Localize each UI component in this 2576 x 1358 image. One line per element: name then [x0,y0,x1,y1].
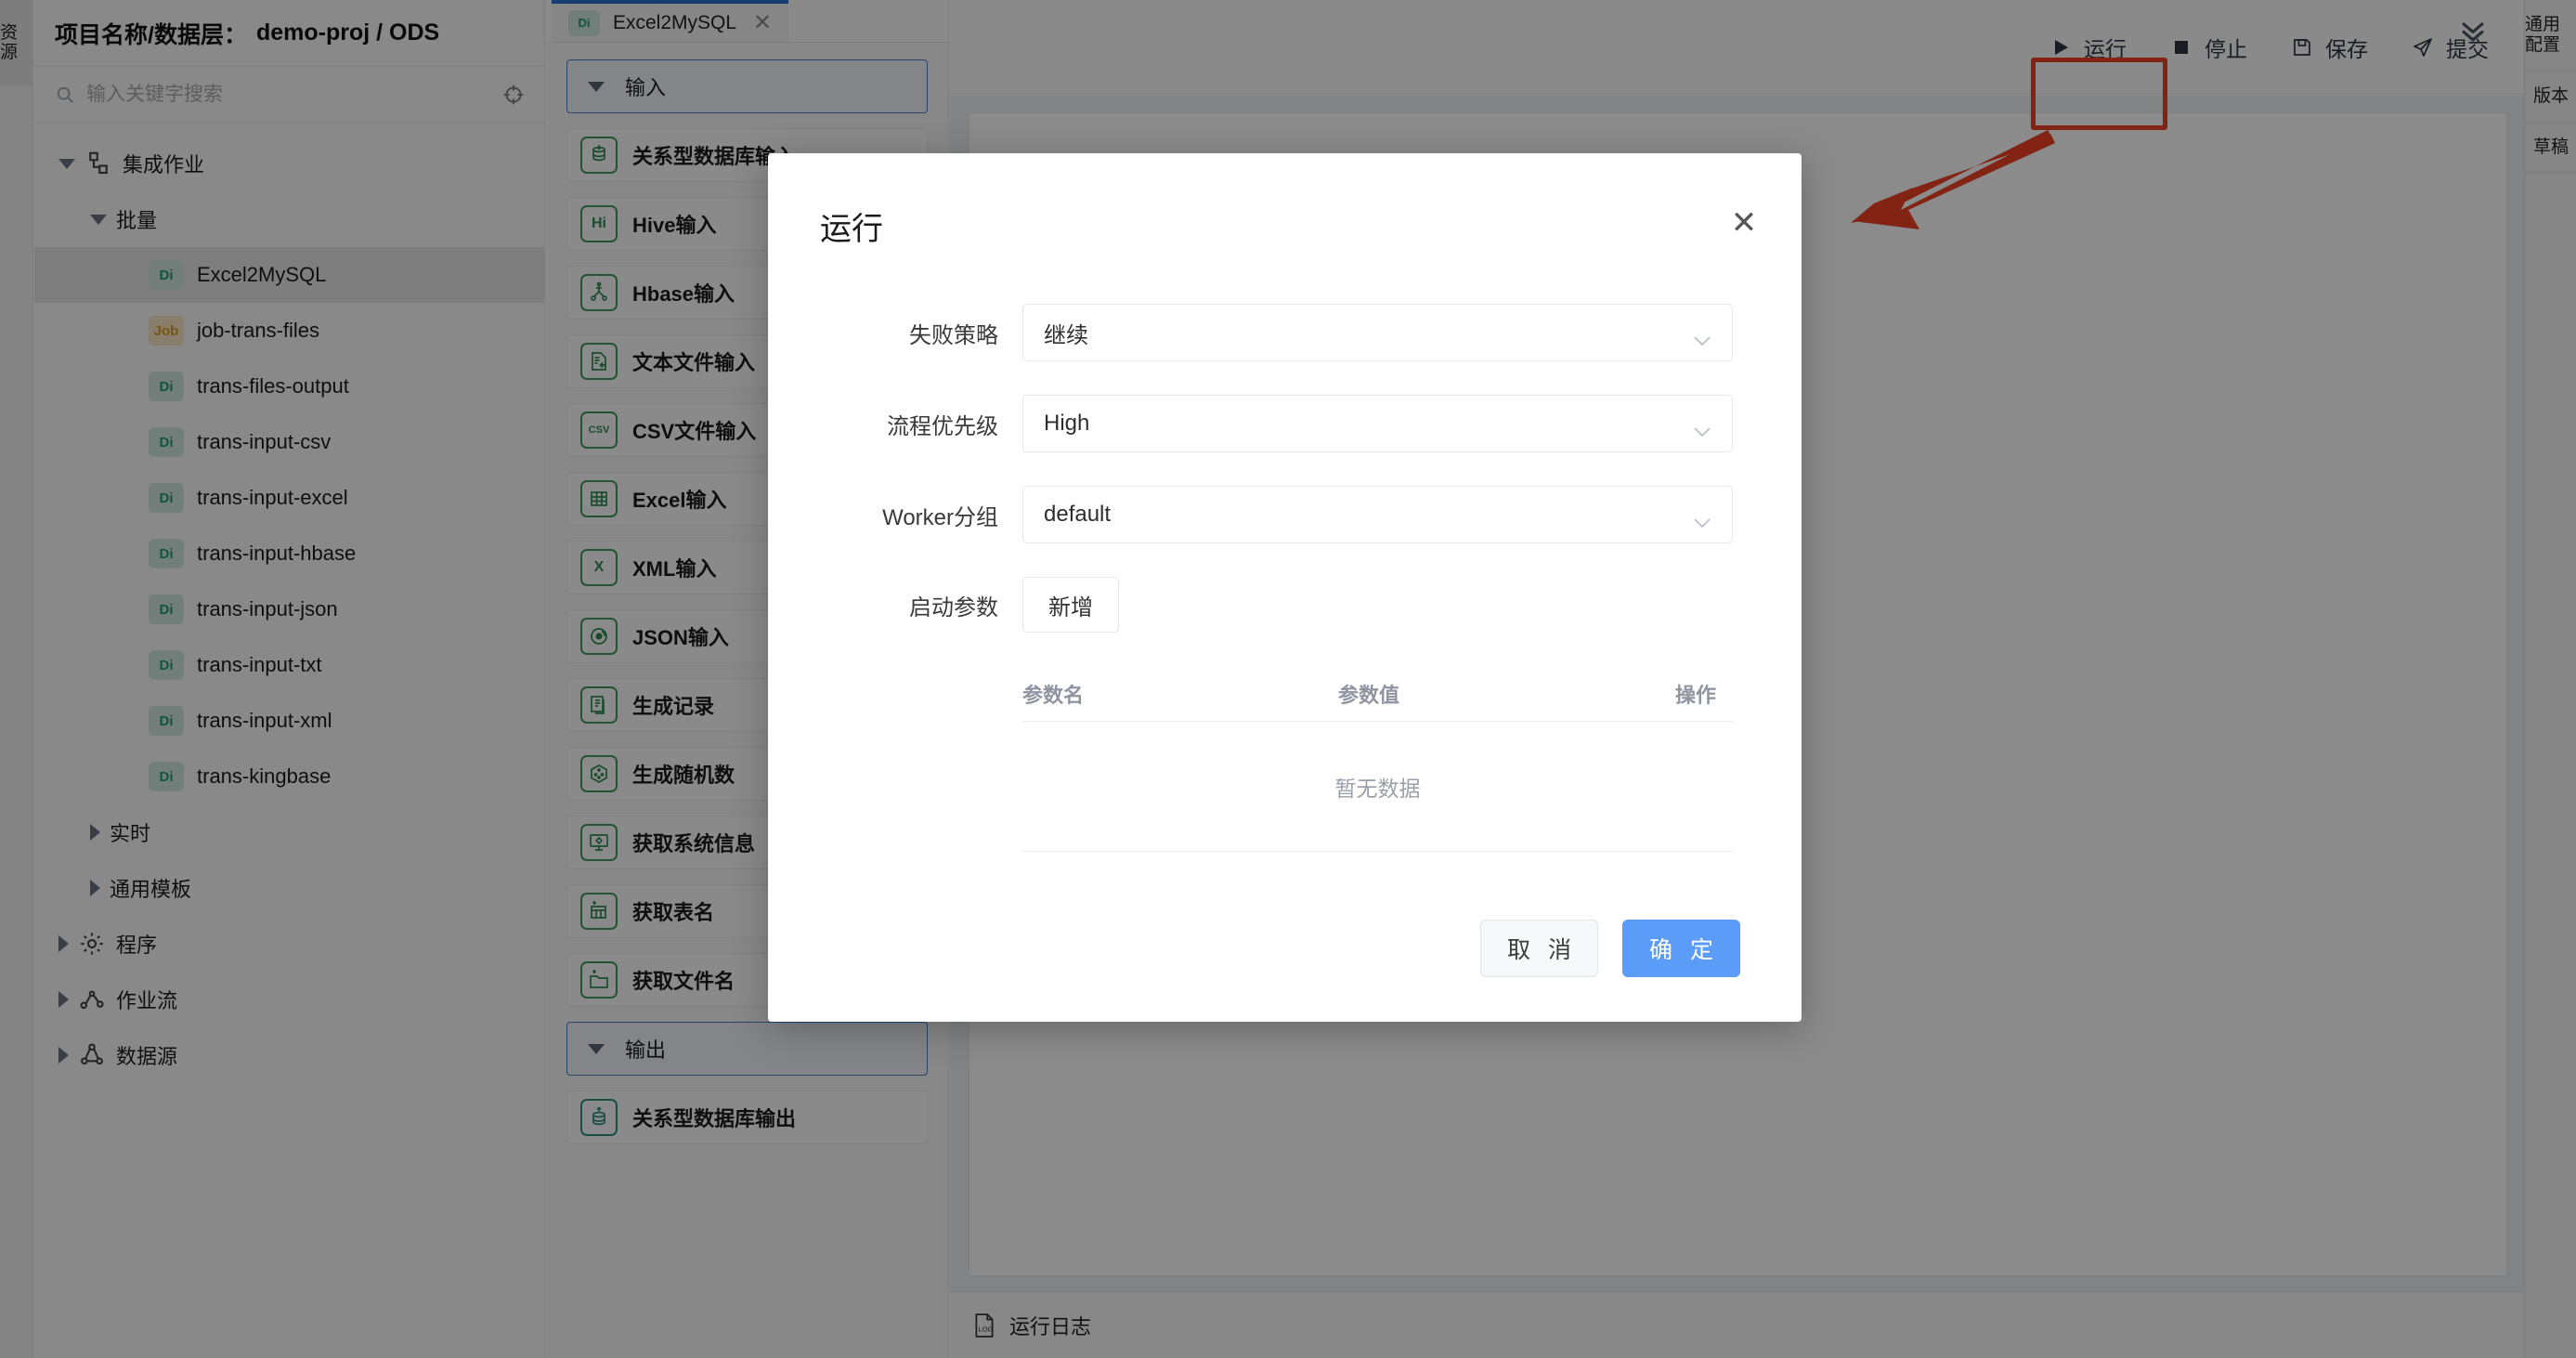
cancel-button[interactable]: 取 消 [1480,920,1598,977]
app-root: 资源 项目名称/数据层： demo-proj / ODS [0,0,2576,1358]
chevron-down-icon[interactable] [1693,327,1711,338]
table-header-row: 参数名 参数值 操作 [1022,666,1733,722]
table-empty-state: 暂无数据 [1022,722,1733,852]
chevron-down-icon[interactable] [1693,418,1711,429]
select-value: 继续 [1044,317,1088,349]
close-icon[interactable]: ✕ [1725,205,1763,242]
form-row: Worker分组 default [837,486,1733,543]
startup-params-label: 启动参数 [837,589,1022,621]
run-dialog-header: 运行 ✕ [768,153,1802,265]
column-header-param-value: 参数值 [1338,679,1645,709]
startup-params-row: 启动参数 新增 [837,577,1733,633]
column-header-actions: 操作 [1645,679,1733,709]
column-header-param-name: 参数名 [1022,679,1338,709]
add-param-button[interactable]: 新增 [1022,577,1119,633]
confirm-button[interactable]: 确 定 [1622,920,1740,977]
form-row: 流程优先级 High [837,395,1733,452]
run-dialog-body: 失败策略继续流程优先级 High Worker分组 default 启动参数 新增 参… [768,265,1802,920]
select-failure-strategy[interactable]: 继续 [1022,304,1733,361]
field-label: 失败策略 [837,317,1022,349]
run-dialog-footer: 取 消 确 定 [768,920,1802,1022]
startup-params-table: 参数名 参数值 操作 暂无数据 [1022,666,1733,852]
run-dialog: 运行 ✕ 失败策略继续流程优先级 High Worker分组 default 启动参数… [768,153,1802,1022]
chevron-down-icon[interactable] [1693,509,1711,520]
field-label: 流程优先级 [837,408,1022,440]
select-process-priority[interactable]: High [1022,395,1733,452]
select-value: default [1044,502,1111,528]
form-row: 失败策略继续 [837,304,1733,361]
run-dialog-title: 运行 [820,203,1761,249]
run-dialog-fields: 失败策略继续流程优先级 High Worker分组 default [837,304,1733,543]
select-value: High [1044,411,1089,437]
field-label: Worker分组 [837,499,1022,531]
select-worker-group[interactable]: default [1022,486,1733,543]
